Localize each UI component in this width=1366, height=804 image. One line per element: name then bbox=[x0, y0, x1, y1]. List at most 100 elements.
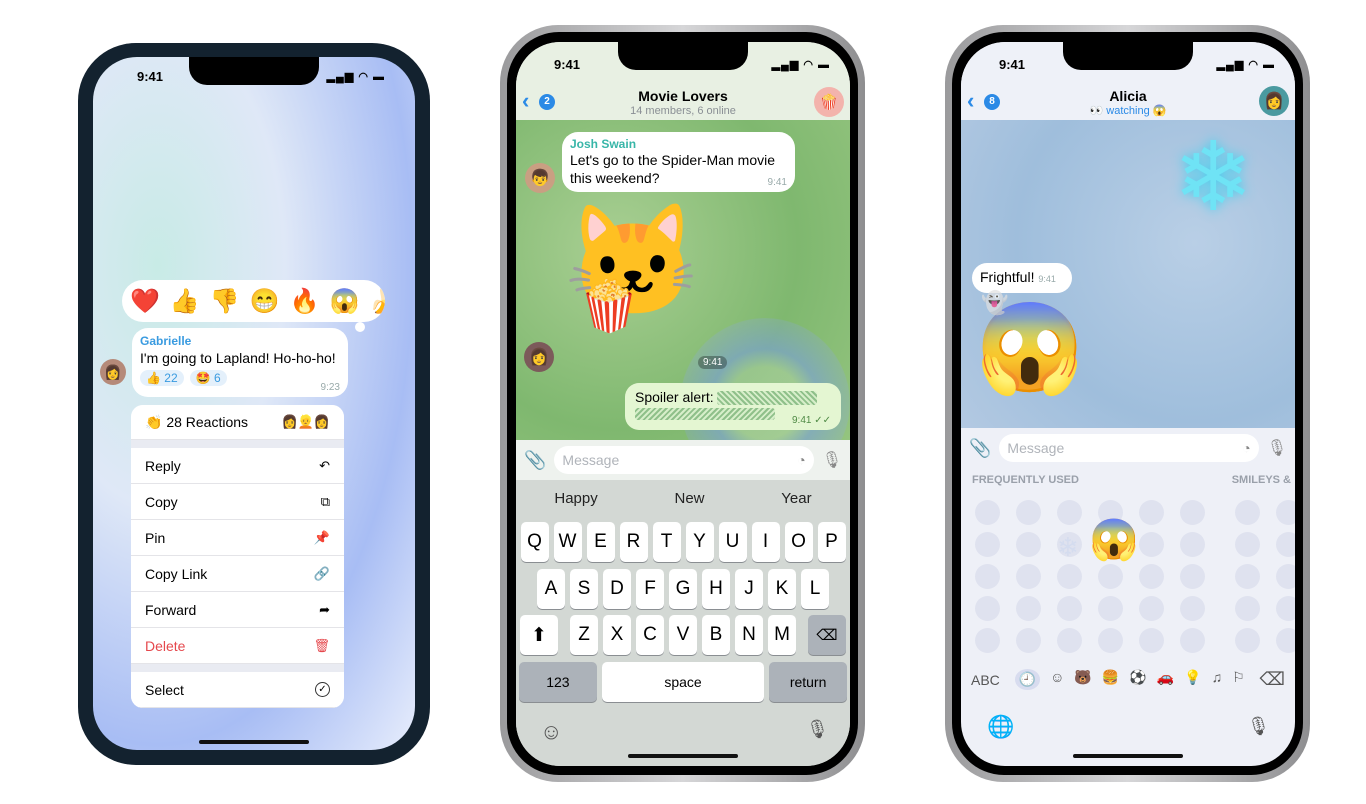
suggestion[interactable]: New bbox=[675, 490, 705, 507]
emoji-category-icon[interactable]: ⚐ bbox=[1232, 669, 1245, 690]
reaction-option[interactable]: ❤️ bbox=[130, 287, 160, 316]
emoji-category-icon[interactable]: 💡 bbox=[1184, 669, 1201, 690]
key-x[interactable]: X bbox=[603, 615, 631, 655]
group-avatar[interactable]: 🍿 bbox=[814, 87, 844, 117]
emoji-placeholder[interactable] bbox=[1016, 500, 1041, 525]
emoji-placeholder[interactable] bbox=[1276, 628, 1295, 653]
emoji-placeholder[interactable] bbox=[1139, 500, 1164, 525]
emoji-category-icon[interactable]: 🐻 bbox=[1074, 669, 1091, 690]
key-c[interactable]: C bbox=[636, 615, 664, 655]
emoji-category-icon[interactable]: 🚗 bbox=[1157, 669, 1174, 690]
key-b[interactable]: B bbox=[702, 615, 730, 655]
menu-item-reply[interactable]: Reply ↶ bbox=[131, 448, 344, 484]
emoji-placeholder[interactable] bbox=[1276, 532, 1295, 557]
menu-item-delete[interactable]: Delete 🗑 bbox=[131, 628, 344, 664]
emoji-keyboard-icon[interactable]: ☺ bbox=[540, 719, 562, 745]
avatar[interactable]: 👩 bbox=[1259, 86, 1289, 116]
key-t[interactable]: T bbox=[652, 522, 681, 562]
key-m[interactable]: M bbox=[768, 615, 796, 655]
reaction-chip[interactable]: 🤩 6 bbox=[189, 370, 227, 386]
key-f[interactable]: F bbox=[636, 569, 664, 609]
emoji-placeholder[interactable] bbox=[1180, 596, 1205, 621]
key-w[interactable]: W bbox=[553, 522, 582, 562]
reaction-option[interactable]: 🍌 bbox=[369, 287, 385, 316]
menu-item-forward[interactable]: Forward ➦ bbox=[131, 592, 344, 628]
emoji-placeholder[interactable] bbox=[1016, 628, 1041, 653]
message-input[interactable]: Message ◔ bbox=[999, 434, 1259, 462]
emoji-category-icon[interactable]: 🕘 bbox=[1014, 669, 1041, 690]
key-v[interactable]: V bbox=[669, 615, 697, 655]
key-l[interactable]: L bbox=[801, 569, 829, 609]
key-q[interactable]: Q bbox=[520, 522, 549, 562]
dictation-microphone-icon[interactable]: 🎙 bbox=[806, 719, 829, 740]
key-d[interactable]: D bbox=[603, 569, 631, 609]
emoji-placeholder[interactable] bbox=[1235, 628, 1260, 653]
avatar[interactable]: 👩 bbox=[100, 359, 126, 385]
chat-title[interactable]: Movie Lovers bbox=[516, 88, 850, 104]
key-y[interactable]: Y bbox=[685, 522, 714, 562]
key-z[interactable]: Z bbox=[570, 615, 598, 655]
key-p[interactable]: P bbox=[817, 522, 846, 562]
emoji-category-icon[interactable]: ☺ bbox=[1050, 669, 1064, 690]
key-u[interactable]: U bbox=[718, 522, 747, 562]
screaming-emoji-selected[interactable]: 😱 bbox=[1089, 520, 1139, 560]
microphone-icon[interactable]: 🎙 bbox=[1267, 438, 1287, 458]
abc-key[interactable]: ABC bbox=[971, 672, 1000, 688]
chat-title[interactable]: Alicia bbox=[961, 88, 1295, 104]
backspace-key[interactable]: ⌫ bbox=[808, 615, 846, 655]
emoji-placeholder[interactable] bbox=[1180, 500, 1205, 525]
emoji-placeholder[interactable] bbox=[1180, 628, 1205, 653]
emoji-placeholder[interactable] bbox=[1016, 596, 1041, 621]
globe-icon[interactable]: 🌐 bbox=[987, 714, 1014, 740]
emoji-placeholder[interactable] bbox=[1235, 596, 1260, 621]
reaction-option[interactable]: 😁 bbox=[250, 287, 280, 316]
emoji-placeholder[interactable] bbox=[1098, 564, 1123, 589]
shift-key[interactable]: ⬆ bbox=[520, 615, 558, 655]
emoji-category-icon[interactable]: ♫ bbox=[1212, 669, 1223, 690]
menu-item-pin[interactable]: Pin 📌 bbox=[131, 520, 344, 556]
emoji-placeholder[interactable] bbox=[1098, 596, 1123, 621]
key-n[interactable]: N bbox=[735, 615, 763, 655]
key-g[interactable]: G bbox=[669, 569, 697, 609]
emoji-placeholder[interactable] bbox=[1235, 500, 1260, 525]
menu-item-copy-link[interactable]: Copy Link 🔗 bbox=[131, 556, 344, 592]
emoji-placeholder[interactable] bbox=[975, 500, 1000, 525]
emoji-category-icon[interactable]: ⚽ bbox=[1129, 669, 1146, 690]
message-bubble[interactable]: Frightful! 9:41 bbox=[972, 263, 1072, 293]
backspace-icon[interactable]: ⌫ bbox=[1260, 669, 1285, 690]
key-s[interactable]: S bbox=[570, 569, 598, 609]
space-key[interactable]: space bbox=[601, 662, 765, 702]
emoji-placeholder[interactable] bbox=[1235, 564, 1260, 589]
emoji-placeholder[interactable] bbox=[1139, 628, 1164, 653]
reaction-option[interactable]: 😱 bbox=[329, 287, 359, 316]
emoji-category-icon[interactable]: 🍔 bbox=[1102, 669, 1119, 690]
emoji-placeholder[interactable] bbox=[1276, 500, 1295, 525]
emoji-placeholder[interactable] bbox=[1057, 628, 1082, 653]
key-h[interactable]: H bbox=[702, 569, 730, 609]
attach-icon[interactable]: 📎 bbox=[524, 450, 546, 471]
message-bubble[interactable]: Gabrielle I'm going to Lapland! Ho-ho-ho… bbox=[132, 328, 348, 397]
reaction-option[interactable]: 🔥 bbox=[290, 287, 320, 316]
message-bubble[interactable]: Josh Swain Let's go to the Spider-Man mo… bbox=[562, 132, 795, 192]
reaction-option[interactable]: 👍 bbox=[170, 287, 200, 316]
emoji-placeholder[interactable] bbox=[1016, 532, 1041, 557]
emoji-placeholder[interactable] bbox=[1139, 532, 1164, 557]
emoji-placeholder[interactable] bbox=[1235, 532, 1260, 557]
reaction-option[interactable]: 👎 bbox=[210, 287, 240, 316]
numbers-key[interactable]: 123 bbox=[519, 662, 597, 702]
emoji-placeholder[interactable] bbox=[1139, 596, 1164, 621]
sticker-icon[interactable]: ◔ bbox=[797, 452, 805, 468]
menu-item-copy[interactable]: Copy ⧉ bbox=[131, 484, 344, 520]
emoji-placeholder[interactable] bbox=[1276, 564, 1295, 589]
emoji-placeholder[interactable] bbox=[1057, 596, 1082, 621]
key-r[interactable]: R bbox=[619, 522, 648, 562]
spoiler-message-bubble[interactable]: Spoiler alert: 9:41 ✓✓ bbox=[625, 383, 841, 430]
key-i[interactable]: I bbox=[751, 522, 780, 562]
spoiler-blur[interactable] bbox=[717, 391, 818, 406]
reaction-chip[interactable]: 👍 22 bbox=[140, 370, 184, 386]
suggestion[interactable]: Happy bbox=[554, 490, 597, 507]
menu-item-select[interactable]: Select ✓ bbox=[131, 672, 344, 708]
key-a[interactable]: A bbox=[537, 569, 565, 609]
emoji-placeholder[interactable] bbox=[1057, 564, 1082, 589]
return-key[interactable]: return bbox=[769, 662, 847, 702]
